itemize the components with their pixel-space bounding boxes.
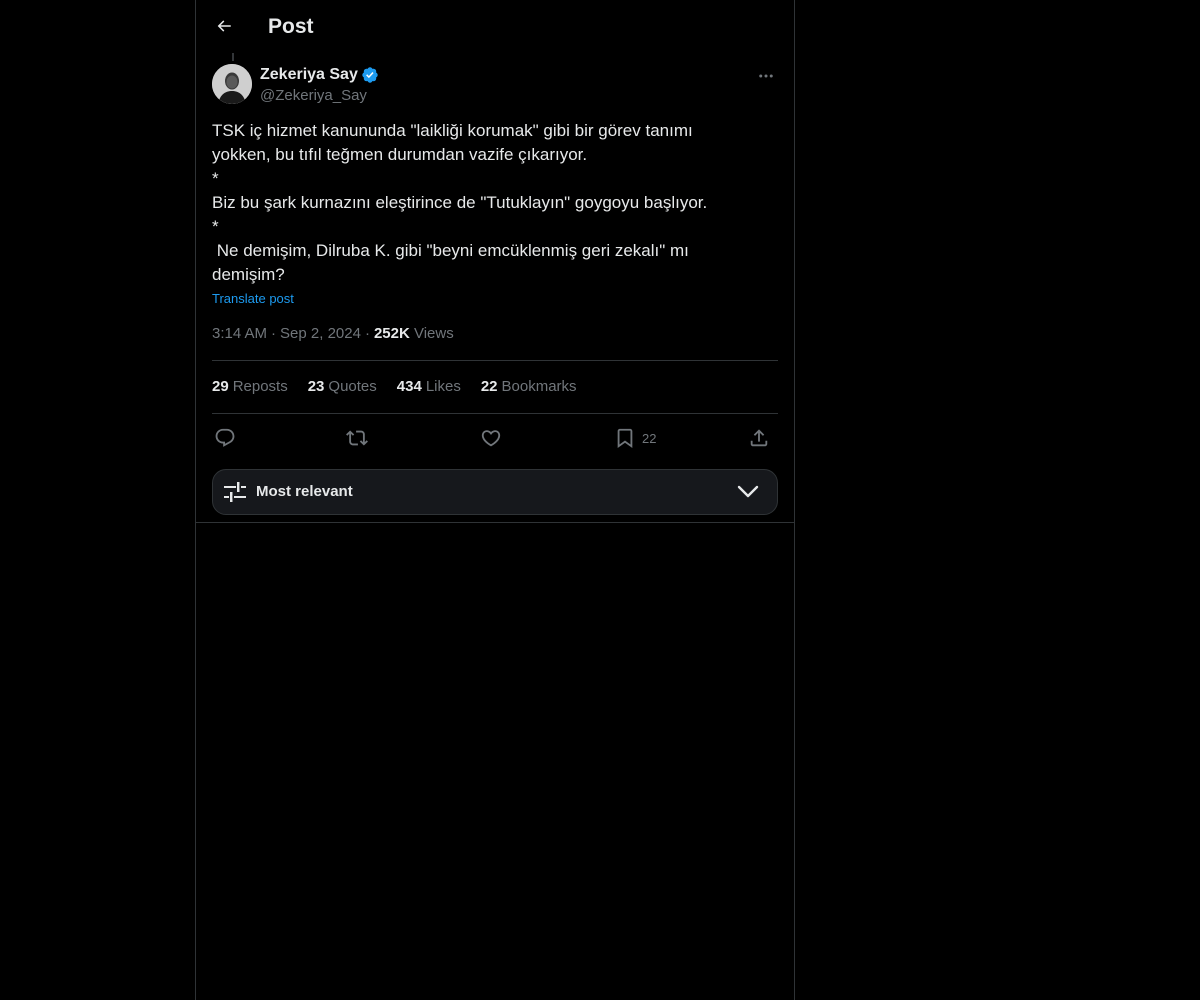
likes-label: Likes	[425, 378, 461, 395]
arrow-left-icon	[217, 20, 231, 32]
meta-separator: ·	[364, 325, 370, 342]
reposts-label: Reposts	[232, 378, 288, 395]
thread-connector-line	[232, 53, 234, 61]
reply-button[interactable]	[214, 424, 236, 452]
post-text: TSK iç hizmet kanununda "laikliği koruma…	[212, 121, 708, 284]
share-icon	[750, 429, 768, 447]
reply-sort-dropdown[interactable]: Most relevant	[212, 469, 778, 515]
reply-icon	[215, 428, 235, 447]
translate-post-link[interactable]: Translate post	[212, 290, 294, 308]
sort-label: Most relevant	[256, 483, 353, 500]
views-label: Views	[413, 325, 454, 342]
chevron-down-icon	[737, 485, 759, 498]
reposts-count: 29	[212, 378, 229, 395]
likes-count: 434	[396, 378, 422, 395]
bookmarks-count: 22	[480, 378, 498, 395]
repost-icon	[346, 430, 368, 446]
engagement-stats: 29 Reposts 23 Quotes 434 Likes 22 Bookmarks	[212, 377, 597, 397]
repost-button[interactable]	[346, 424, 368, 452]
bookmarks-stat[interactable]: 22 Bookmarks	[481, 377, 577, 397]
post-column: Post Zekeriya Say @Zekeriya_Say TSK iç h…	[195, 0, 795, 1000]
meta-separator: ·	[271, 325, 277, 342]
divider	[196, 522, 794, 523]
quotes-stat[interactable]: 23 Quotes	[308, 377, 377, 397]
bookmark-button[interactable]: 22	[614, 424, 656, 452]
back-button[interactable]	[208, 10, 240, 42]
verified-badge-icon	[361, 66, 379, 84]
post-author: Zekeriya Say @Zekeriya_Say	[212, 64, 778, 108]
page-header: Post	[196, 0, 794, 53]
bookmark-icon	[617, 428, 633, 449]
divider	[212, 413, 778, 414]
quotes-label: Quotes	[328, 378, 377, 395]
author-name-text: Zekeriya Say	[260, 66, 358, 83]
post-date[interactable]: Sep 2, 2024	[280, 325, 361, 342]
more-dots-icon	[759, 74, 773, 78]
bookmark-action-count: 22	[642, 431, 657, 446]
author-name[interactable]: Zekeriya Say	[260, 64, 379, 85]
avatar[interactable]	[212, 64, 252, 104]
heart-icon	[481, 430, 501, 447]
more-options-button[interactable]	[754, 66, 778, 86]
bookmarks-label: Bookmarks	[501, 378, 577, 395]
share-button[interactable]	[748, 424, 770, 452]
likes-stat[interactable]: 434 Likes	[397, 377, 461, 397]
quotes-count: 23	[307, 378, 325, 395]
sliders-icon	[224, 482, 246, 502]
avatar-image	[212, 64, 252, 104]
divider	[212, 360, 778, 361]
reposts-stat[interactable]: 29 Reposts	[212, 377, 288, 397]
views-count: 252K	[373, 325, 410, 342]
author-handle[interactable]: @Zekeriya_Say	[260, 86, 367, 106]
action-bar: 22	[212, 424, 778, 452]
post-meta: 3:14 AM · Sep 2, 2024 · 252K Views	[212, 324, 454, 344]
like-button[interactable]	[480, 424, 502, 452]
post-time[interactable]: 3:14 AM	[212, 325, 267, 342]
page-title: Post	[268, 15, 314, 38]
